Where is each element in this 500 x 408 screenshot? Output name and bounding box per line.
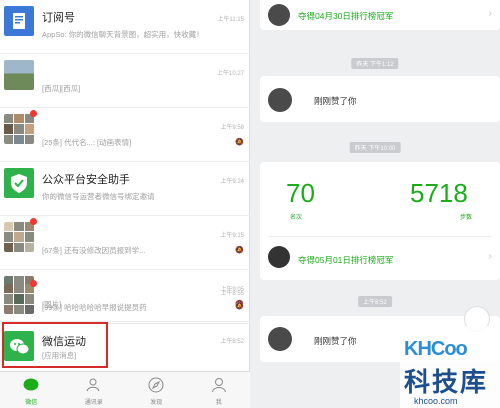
subscription-icon [4, 6, 34, 36]
tab-me[interactable]: 我 [188, 372, 251, 408]
chat-time: 上午8:52 [220, 339, 244, 345]
user-avatar [268, 4, 290, 26]
chat-time: 上午11:15 [217, 17, 244, 23]
chat-name: 订阅号 [42, 12, 75, 24]
timestamp: 昨天 下午10:00 [349, 142, 401, 153]
contacts-icon [85, 376, 103, 394]
chat-time: 上午9:58 [220, 125, 244, 131]
chat-preview: [99条] 哈哈哈哈哈早报说提员药 [42, 303, 147, 312]
chat-row-contact[interactable]: 上午10:27 [西瓜][西瓜] [0, 54, 250, 108]
chat-time: 上午8:55 [220, 291, 244, 297]
divider [268, 236, 492, 237]
mute-icon: 🔕 [235, 303, 244, 310]
tab-label: 通讯录 [84, 400, 103, 406]
rank-value: 70 [286, 178, 315, 208]
chevron-right-icon: › [488, 251, 492, 262]
chat-preview: AppSo: 你的微信聊天背景图，超实用，快收藏！ [42, 30, 202, 39]
chat-row-security-assistant[interactable]: 公众平台安全助手 上午9:24 你的微信号运营者微信号绑定邀请 [0, 162, 250, 216]
chat-preview: 你的微信号运营者微信号绑定邀请 [42, 192, 155, 201]
tab-label: 我 [215, 400, 222, 406]
me-icon [210, 376, 228, 394]
screen: 订阅号 上午11:15 AppSo: 你的微信聊天背景图，超实用，快收藏！ 上午… [0, 0, 500, 408]
watermark-logo: KHCoo [404, 338, 468, 360]
chat-time: 上午10:27 [216, 71, 244, 77]
ranking-card[interactable]: 70 名次 5718 步数 夺得05月01日排行榜冠军 › [260, 162, 500, 280]
chat-row-group-99[interactable]: 上午8:55 [99条] 哈哈哈哈哈早报说提员药 🔕 [0, 280, 250, 322]
like-card[interactable]: 刚刚赞了你 [260, 76, 500, 122]
champion-card-top[interactable]: 夺得04月30日排行榜冠军 › [260, 0, 500, 30]
chat-preview: [西瓜][西瓜] [42, 84, 81, 93]
group-avatar [4, 284, 34, 314]
chat-list-panel: 订阅号 上午11:15 AppSo: 你的微信聊天背景图，超实用，快收藏！ 上午… [0, 0, 250, 408]
chevron-right-icon: › [488, 8, 492, 19]
like-text: 刚刚赞了你 [314, 96, 357, 106]
mute-icon: 🔕 [235, 139, 244, 146]
watermark-cn: 科技库 [404, 367, 489, 397]
unread-dot [30, 280, 37, 287]
bottom-tab-bar: 微信 通讯录 发现 我 [0, 371, 250, 408]
steps-label: 步数 [460, 215, 473, 221]
user-avatar [268, 88, 292, 112]
tab-chats[interactable]: 微信 [0, 372, 63, 408]
chat-preview: [67条] 还有没修改因员报到学... [42, 246, 146, 255]
werun-highlight-box [2, 322, 108, 368]
rank-label: 名次 [290, 215, 303, 221]
watermark: KHCoo 科技库 khcoo.com [400, 326, 500, 408]
werun-feed-panel: 夺得04月30日排行榜冠军 › 昨天 下午1:12 刚刚赞了你 昨天 下午10:… [250, 0, 500, 408]
tab-label: 微信 [25, 400, 38, 406]
chat-time: 上午9:15 [220, 233, 244, 239]
chat-icon [22, 376, 40, 394]
champion-text: 夺得05月01日排行榜冠军 [298, 255, 394, 265]
unread-dot [30, 110, 37, 117]
mute-icon: 🔕 [235, 247, 244, 254]
discover-icon [147, 376, 165, 394]
contact-avatar [4, 60, 34, 90]
watermark-url: khcoo.com [414, 396, 458, 406]
group-avatar [4, 114, 34, 144]
timestamp: 昨天 下午1:12 [351, 58, 399, 69]
tab-contacts[interactable]: 通讯录 [63, 372, 126, 408]
timestamp: 上午8:52 [358, 296, 392, 307]
user-avatar [268, 246, 290, 268]
steps-value: 5718 [410, 178, 468, 208]
group-avatar [4, 222, 34, 252]
unread-dot [30, 218, 37, 225]
chat-preview: [25条] 代代名...: [动画表情] [42, 138, 132, 147]
chat-row-subscriptions[interactable]: 订阅号 上午11:15 AppSo: 你的微信聊天背景图，超实用，快收藏！ [0, 0, 250, 54]
user-avatar [268, 327, 292, 351]
chat-name: 公众平台安全助手 [42, 174, 130, 186]
chat-row-group[interactable]: 上午9:58 [25条] 代代名...: [动画表情] 🔕 [0, 108, 250, 162]
chat-time: 上午9:24 [220, 179, 244, 185]
champion-text: 夺得04月30日排行榜冠军 [298, 11, 394, 21]
like-text: 刚刚赞了你 [314, 336, 357, 346]
tab-discover[interactable]: 发现 [125, 372, 188, 408]
chat-row-group[interactable]: 上午9:15 [67条] 还有没修改因员报到学... 🔕 [0, 216, 250, 270]
shield-icon [4, 168, 34, 198]
tab-label: 发现 [150, 400, 163, 406]
